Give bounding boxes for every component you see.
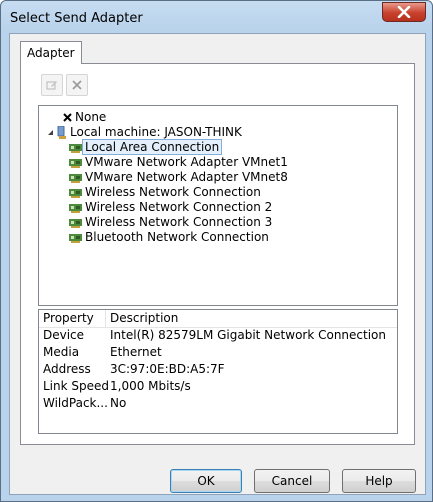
- tree-item-label: Local machine: JASON-THINK: [70, 125, 242, 139]
- computer-icon: [57, 126, 66, 139]
- tree-item-adapter[interactable]: Wireless Network Connection 2: [69, 200, 272, 215]
- tree-item-adapter[interactable]: Wireless Network Connection: [69, 185, 261, 200]
- tree-item-label: Local Area Connection: [82, 139, 223, 155]
- property-name: Device: [43, 328, 85, 342]
- property-value: Intel(R) 82579LM Gigabit Network Connect…: [110, 328, 386, 342]
- column-header-description[interactable]: Description: [110, 310, 178, 327]
- delete-icon: [72, 80, 82, 90]
- toolbar: [41, 72, 101, 100]
- tree-item-label: VMware Network Adapter VMnet1: [85, 155, 288, 169]
- tree-item-label: Bluetooth Network Connection: [85, 230, 269, 244]
- cancel-button[interactable]: Cancel: [254, 469, 330, 493]
- tree-item-adapter[interactable]: VMware Network Adapter VMnet1: [69, 155, 288, 170]
- tree-item-label: Wireless Network Connection 3: [85, 215, 273, 229]
- tab-adapter[interactable]: Adapter: [20, 41, 82, 64]
- tree-item-none[interactable]: None: [63, 110, 106, 125]
- network-adapter-icon: [69, 173, 82, 183]
- title-bar[interactable]: Select Send Adapter: [1, 1, 432, 35]
- tree-item-label: Wireless Network Connection 2: [85, 200, 273, 214]
- close-button[interactable]: [382, 2, 426, 22]
- close-icon: [397, 6, 411, 18]
- column-header-property[interactable]: Property: [43, 310, 94, 327]
- tree-item-adapter[interactable]: VMware Network Adapter VMnet8: [69, 170, 288, 185]
- property-name: Media: [43, 345, 80, 359]
- property-name: Address: [43, 362, 91, 376]
- property-value: No: [110, 396, 127, 410]
- tree-item-label: Wireless Network Connection: [85, 185, 261, 199]
- property-value: Ethernet: [110, 345, 162, 359]
- window-title: Select Send Adapter: [10, 11, 143, 26]
- x-icon: [63, 113, 72, 122]
- network-adapter-icon: [69, 143, 82, 153]
- property-name: WildPack...: [43, 396, 108, 410]
- network-adapter-icon: [69, 203, 82, 213]
- ok-button[interactable]: OK: [170, 469, 242, 493]
- column-divider[interactable]: [105, 310, 106, 327]
- properties-list[interactable]: Property Description Device Intel(R) 825…: [38, 309, 398, 434]
- properties-header: Property Description: [39, 310, 397, 328]
- network-adapter-icon: [69, 188, 82, 198]
- collapse-arrow-icon[interactable]: [47, 129, 54, 136]
- adapter-tree[interactable]: None Local machine: JASON-THINK Local Ar…: [38, 105, 398, 306]
- network-adapter-icon: [69, 218, 82, 228]
- network-adapter-icon: [69, 158, 82, 168]
- tree-item-adapter[interactable]: Local Area Connection: [69, 139, 223, 155]
- tree-item-adapter[interactable]: Bluetooth Network Connection: [69, 230, 269, 245]
- edit-icon: [46, 81, 57, 90]
- dialog-client: Adapter None Local machine: JASON-THINK …: [9, 33, 426, 495]
- tree-item-machine[interactable]: Local machine: JASON-THINK: [47, 125, 242, 140]
- help-button[interactable]: Help: [342, 469, 416, 493]
- delete-button[interactable]: [66, 74, 88, 96]
- network-adapter-icon: [69, 233, 82, 243]
- tree-item-label: VMware Network Adapter VMnet8: [85, 170, 288, 184]
- tree-item-label: None: [75, 110, 107, 124]
- property-name: Link Speed: [43, 379, 110, 393]
- adapter-tab-panel: None Local machine: JASON-THINK Local Ar…: [20, 63, 415, 445]
- property-value: 1,000 Mbits/s: [110, 379, 191, 393]
- property-value: 3C:97:0E:BD:A5:7F: [110, 362, 225, 376]
- dialog-window: Select Send Adapter Adapter None Local m…: [0, 0, 433, 502]
- edit-button[interactable]: [41, 74, 63, 96]
- tree-item-adapter[interactable]: Wireless Network Connection 3: [69, 215, 272, 230]
